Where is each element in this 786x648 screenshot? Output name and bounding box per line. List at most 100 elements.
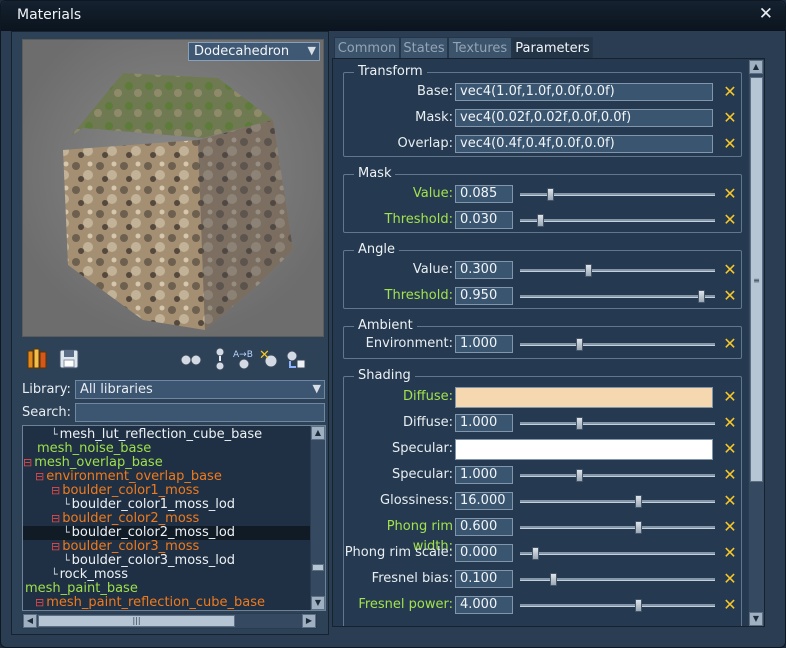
fresnel-power-slider[interactable] xyxy=(520,599,715,612)
tab-states[interactable]: States xyxy=(400,37,448,59)
tree-horizontal-scrollbar[interactable]: ◀ ||| ▶ xyxy=(22,613,317,629)
tree-item[interactable]: ⊟ boulder_color3_moss xyxy=(23,540,199,554)
collapse-icon[interactable]: ⊟ xyxy=(51,512,60,525)
inherit-material-icon[interactable] xyxy=(208,347,232,371)
specular-color-swatch[interactable] xyxy=(455,439,713,460)
clear-icon[interactable]: ✕ xyxy=(722,82,738,102)
phong-rim-width-field[interactable]: 0.600 xyxy=(455,518,513,536)
tree-item[interactable]: mesh_paint_base xyxy=(23,582,138,596)
assign-material-icon[interactable] xyxy=(284,347,308,371)
environment-field[interactable]: 1.000 xyxy=(455,335,513,353)
slider-handle[interactable] xyxy=(585,264,592,277)
search-input[interactable] xyxy=(75,403,325,422)
scroll-left-icon[interactable]: ◀ xyxy=(23,614,37,628)
diffuse-color-swatch[interactable] xyxy=(455,387,713,408)
tree-item[interactable]: └ boulder_color1_moss_lod xyxy=(23,498,235,512)
collapse-icon[interactable]: ⊟ xyxy=(35,596,44,609)
clear-icon[interactable]: ✕ xyxy=(722,334,738,354)
clear-icon[interactable]: ✕ xyxy=(722,491,738,511)
base-field[interactable]: vec4(1.0f,1.0f,0.0f,0.0f) xyxy=(455,83,713,101)
glossiness-slider[interactable] xyxy=(520,495,715,508)
scroll-up-icon[interactable]: ▲ xyxy=(311,426,325,440)
clear-icon[interactable]: ✕ xyxy=(722,543,738,563)
clear-icon[interactable]: ✕ xyxy=(722,439,738,459)
clear-icon[interactable]: ✕ xyxy=(722,595,738,615)
clear-icon[interactable]: ✕ xyxy=(722,465,738,485)
specular-field[interactable]: 1.000 xyxy=(455,466,513,484)
collapse-icon[interactable]: ⊟ xyxy=(35,470,44,483)
parameters-vertical-scrollbar[interactable]: ▲ ≡ ▼ xyxy=(748,60,764,626)
scroll-down-icon[interactable]: ▼ xyxy=(749,612,763,626)
tree-item[interactable]: └ rock_moss xyxy=(23,568,128,582)
environment-slider[interactable] xyxy=(520,338,715,351)
material-tree[interactable]: └ mesh_lut_reflection_cube_base mesh_noise… xyxy=(22,425,326,611)
tree-item[interactable]: └ mesh_lut_reflection_cube_base xyxy=(23,428,262,442)
slider-handle[interactable] xyxy=(635,495,642,508)
clear-icon[interactable]: ✕ xyxy=(722,134,738,154)
slider-handle[interactable] xyxy=(547,188,554,201)
slider-handle[interactable] xyxy=(576,417,583,430)
slider-handle[interactable] xyxy=(576,338,583,351)
angle-threshold-slider[interactable] xyxy=(520,290,715,303)
mask-threshold-field[interactable]: 0.030 xyxy=(455,211,513,229)
phong-rim-width-slider[interactable] xyxy=(520,521,715,534)
collapse-icon[interactable]: ⊟ xyxy=(51,484,60,497)
tree-item[interactable]: ⊟ boulder_color1_moss xyxy=(23,484,199,498)
parameters-scroll-thumb[interactable]: ≡ xyxy=(750,77,763,482)
close-icon[interactable]: ✕ xyxy=(759,4,773,24)
specular-slider[interactable] xyxy=(520,469,715,482)
tree-item[interactable]: ⊟ mesh_overlap_base xyxy=(23,456,163,470)
fresnel-power-field[interactable]: 4.000 xyxy=(455,596,513,614)
tree-item[interactable]: ⊟ environment_overlap_base xyxy=(23,470,222,484)
tree-item[interactable]: mesh_noise_base xyxy=(23,442,151,456)
mask-threshold-slider[interactable] xyxy=(520,214,715,227)
mesh-select[interactable]: Dodecahedron ▼ xyxy=(188,42,320,61)
scroll-down-icon[interactable]: ▼ xyxy=(311,596,325,610)
slider-handle[interactable] xyxy=(698,290,705,303)
fresnel-bias-field[interactable]: 0.100 xyxy=(455,570,513,588)
clear-icon[interactable]: ✕ xyxy=(722,413,738,433)
clear-icon[interactable]: ✕ xyxy=(722,108,738,128)
angle-value-slider[interactable] xyxy=(520,264,715,277)
delete-material-icon[interactable]: ✕ xyxy=(258,347,282,371)
tree-hscroll-thumb[interactable]: ||| xyxy=(38,615,235,627)
tab-parameters[interactable]: Parameters xyxy=(512,37,593,59)
diffuse-slider[interactable] xyxy=(520,417,715,430)
clear-icon[interactable]: ✕ xyxy=(722,260,738,280)
overlap-field[interactable]: vec4(0.4f,0.4f,0.0f,0.0f) xyxy=(455,135,713,153)
library-icon[interactable] xyxy=(26,347,50,371)
clear-icon[interactable]: ✕ xyxy=(722,184,738,204)
clear-icon[interactable]: ✕ xyxy=(722,569,738,589)
tree-scroll-thumb[interactable] xyxy=(312,564,324,571)
clone-material-icon[interactable] xyxy=(179,347,203,371)
library-select[interactable]: All libraries ▼ xyxy=(75,380,325,399)
mask-field[interactable]: vec4(0.02f,0.02f,0.0f,0.0f) xyxy=(455,109,713,127)
glossiness-field[interactable]: 16.000 xyxy=(455,492,513,510)
scroll-right-icon[interactable]: ▶ xyxy=(302,614,316,628)
tab-textures[interactable]: Textures xyxy=(448,37,512,59)
slider-handle[interactable] xyxy=(532,547,539,560)
mask-value-field[interactable]: 0.085 xyxy=(455,185,513,203)
tree-vertical-scrollbar[interactable]: ▲ ▼ xyxy=(310,426,325,610)
slider-handle[interactable] xyxy=(576,469,583,482)
slider-handle[interactable] xyxy=(635,521,642,534)
tree-item[interactable]: └ boulder_color3_moss_lod xyxy=(23,554,235,568)
mask-value-slider[interactable] xyxy=(520,188,715,201)
slider-handle[interactable] xyxy=(635,599,642,612)
slider-handle[interactable] xyxy=(550,573,557,586)
angle-threshold-field[interactable]: 0.950 xyxy=(455,287,513,305)
move-material-icon[interactable]: A→B xyxy=(232,347,256,371)
tree-item[interactable]: ⊟ mesh_paint_reflection_cube_base xyxy=(23,596,265,610)
tab-common[interactable]: Common xyxy=(334,37,400,59)
scroll-up-icon[interactable]: ▲ xyxy=(749,60,763,74)
tree-item[interactable]: └ boulder_color2_moss_lod xyxy=(23,526,311,540)
diffuse-field[interactable]: 1.000 xyxy=(455,414,513,432)
tree-item[interactable]: ⊟ boulder_color2_moss xyxy=(23,512,199,526)
collapse-icon[interactable]: ⊟ xyxy=(51,540,60,553)
save-icon[interactable] xyxy=(57,347,81,371)
clear-icon[interactable]: ✕ xyxy=(722,210,738,230)
material-preview[interactable]: Dodecahedron ▼ xyxy=(22,39,324,337)
clear-icon[interactable]: ✕ xyxy=(722,286,738,306)
clear-icon[interactable]: ✕ xyxy=(722,517,738,537)
fresnel-bias-slider[interactable] xyxy=(520,573,715,586)
